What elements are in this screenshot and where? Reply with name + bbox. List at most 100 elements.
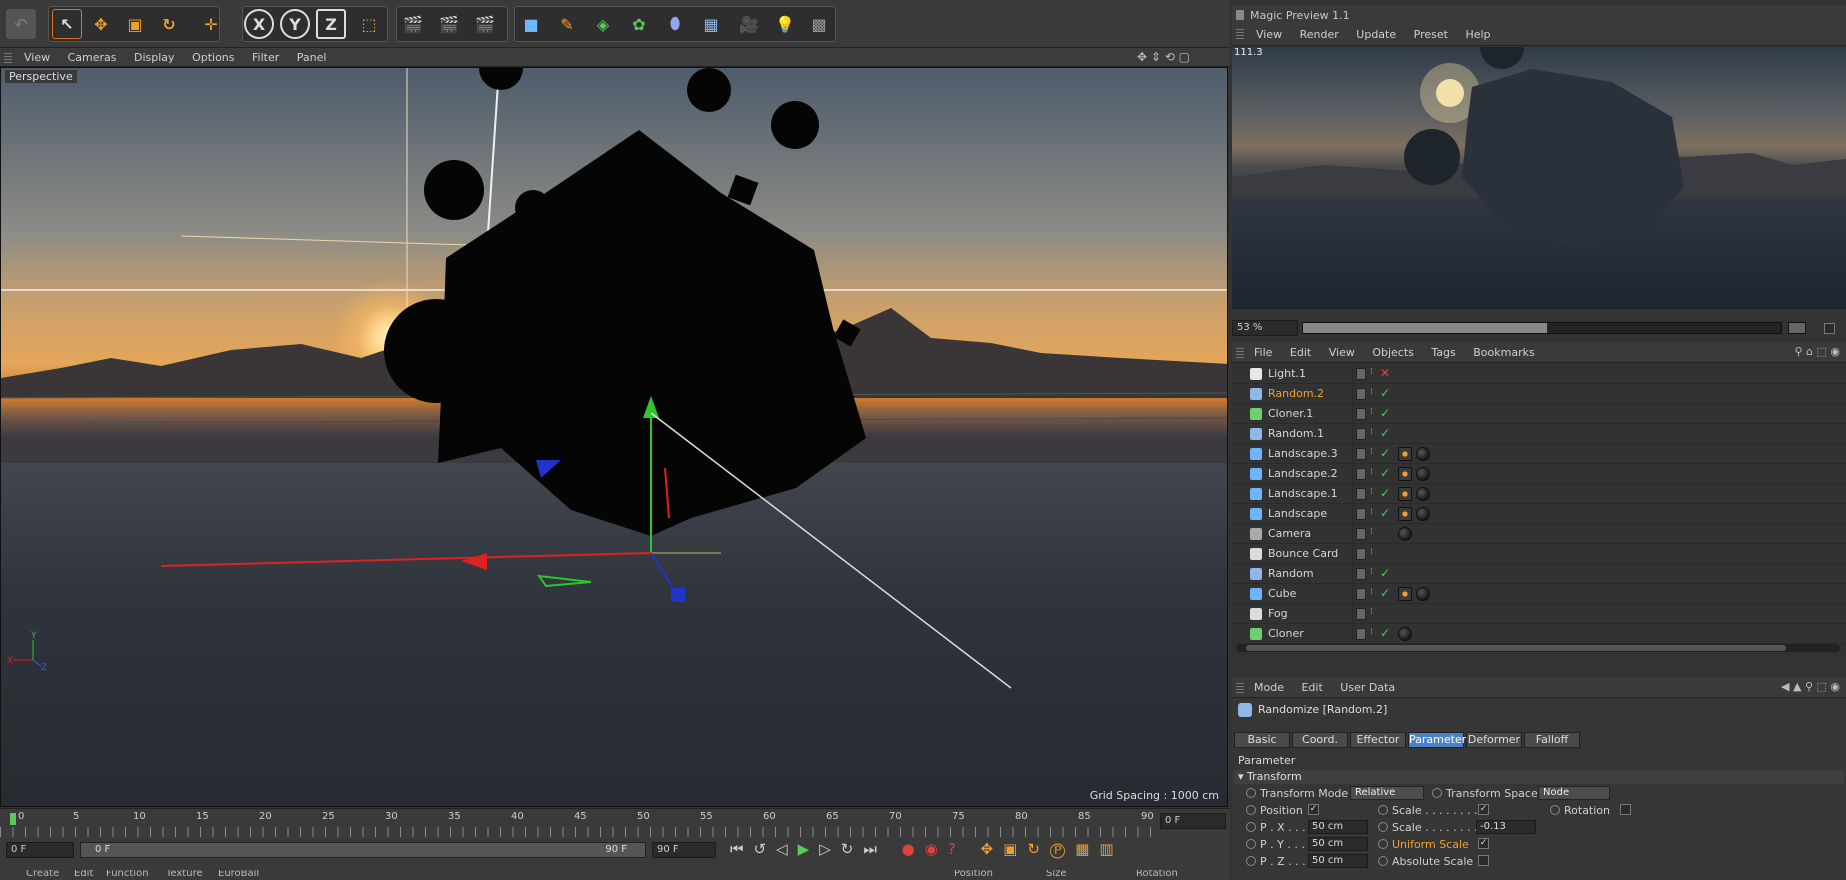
object-name[interactable]: Random.1	[1268, 427, 1324, 440]
object-row[interactable]: Random.1 ⁞ ✓	[1232, 424, 1846, 444]
floor-scene-icon[interactable]: ▦	[696, 9, 726, 39]
object-name[interactable]: Landscape.3	[1268, 447, 1338, 460]
object-name[interactable]: Camera	[1268, 527, 1311, 540]
y-axis-icon[interactable]: Y	[280, 9, 310, 39]
object-name[interactable]: Landscape.2	[1268, 467, 1338, 480]
perspective-viewport[interactable]: Y X Z Perspective Grid Spacing : 1000 cm	[0, 67, 1228, 807]
tab-coord[interactable]: Coord.	[1292, 732, 1348, 748]
material-menu-create[interactable]: Create	[26, 870, 59, 879]
absolute-scale-checkbox[interactable]	[1478, 855, 1489, 866]
visibility-dots-icon[interactable]: ⁞	[1370, 447, 1373, 457]
layer-icon[interactable]	[1356, 468, 1366, 480]
object-row[interactable]: Random ⁞ ✓	[1232, 564, 1846, 584]
scale-input[interactable]: -0.13	[1476, 820, 1536, 834]
enabled-check-icon[interactable]: ✓	[1380, 406, 1390, 420]
tab-basic[interactable]: Basic	[1234, 732, 1290, 748]
frame-range-slider[interactable]: 0 F 90 F	[80, 842, 646, 858]
key-position-icon[interactable]: ✥	[981, 840, 1004, 858]
layer-icon[interactable]	[1356, 428, 1366, 440]
am-menu-user-data[interactable]: User Data	[1340, 678, 1395, 698]
mp-menu-render[interactable]: Render	[1300, 24, 1339, 46]
layer-icon[interactable]	[1356, 508, 1366, 520]
object-row[interactable]: Bounce Card ⁞	[1232, 544, 1846, 564]
layer-icon[interactable]	[1356, 628, 1366, 640]
object-row[interactable]: Landscape.2 ⁞ ✓	[1232, 464, 1846, 484]
render-settings-icon[interactable]: 🎬	[470, 9, 500, 39]
coordinate-system-icon[interactable]: ⬚	[354, 9, 384, 39]
object-row[interactable]: Landscape.3 ⁞ ✓	[1232, 444, 1846, 464]
camera-icon[interactable]: 🎥	[734, 9, 764, 39]
transform-mode-dropdown[interactable]: Relative	[1350, 786, 1424, 800]
enabled-check-icon[interactable]: ✓	[1380, 586, 1390, 600]
viewport-menu-cameras[interactable]: Cameras	[68, 48, 117, 67]
scale-field-radio[interactable]	[1378, 822, 1388, 832]
next-frame-icon[interactable]: ▷	[819, 840, 841, 858]
py-radio[interactable]	[1246, 839, 1256, 849]
play-icon[interactable]: ▶	[798, 840, 820, 858]
layer-icon[interactable]	[1356, 548, 1366, 560]
visibility-dots-icon[interactable]: ⁞	[1370, 407, 1373, 417]
visibility-dots-icon[interactable]: ⁞	[1370, 627, 1373, 637]
object-row[interactable]: Light.1 ⁞ ✕	[1232, 364, 1846, 384]
effector-tag-icon[interactable]	[1398, 447, 1412, 461]
enabled-check-icon[interactable]: ✓	[1380, 486, 1390, 500]
enabled-check-icon[interactable]: ✓	[1380, 426, 1390, 440]
visibility-dots-icon[interactable]: ⁞	[1370, 467, 1373, 477]
transform-space-radio[interactable]	[1432, 788, 1442, 798]
scale-tool-icon[interactable]: ▣	[120, 9, 150, 39]
am-menu-mode[interactable]: Mode	[1254, 678, 1284, 698]
visibility-dots-icon[interactable]: ⁞	[1370, 567, 1373, 577]
material-tag-icon[interactable]	[1398, 527, 1412, 541]
object-name[interactable]: Cube	[1268, 587, 1296, 600]
grid-icon[interactable]: ▩	[804, 9, 834, 39]
key-scale-icon[interactable]: ▣	[1003, 840, 1027, 858]
x-axis-handle[interactable]	[160, 552, 652, 567]
visibility-dots-icon[interactable]: ⁞	[1370, 547, 1373, 557]
enabled-check-icon[interactable]: ✓	[1380, 626, 1390, 640]
position-checkbox[interactable]: ✓	[1308, 804, 1319, 815]
object-name[interactable]: Random.2	[1268, 387, 1324, 400]
layer-icon[interactable]	[1356, 528, 1366, 540]
collapse-triangle-icon[interactable]: ▾	[1238, 770, 1244, 783]
material-tag-icon[interactable]	[1416, 467, 1430, 481]
layer-icon[interactable]	[1356, 588, 1366, 600]
panel-grip-icon[interactable]	[1236, 10, 1244, 20]
z-axis-icon[interactable]: Z	[316, 9, 346, 39]
material-menu-function[interactable]: Function	[106, 870, 149, 879]
am-menu-edit[interactable]: Edit	[1301, 678, 1322, 698]
prev-frame-icon[interactable]: ◁	[776, 840, 798, 858]
layer-icon[interactable]	[1356, 448, 1366, 460]
object-row[interactable]: Cloner.1 ⁞ ✓	[1232, 404, 1846, 424]
object-name[interactable]: Cloner.1	[1268, 407, 1313, 420]
uniform-scale-radio[interactable]	[1378, 839, 1388, 849]
viewport-menu-panel[interactable]: Panel	[297, 48, 327, 67]
current-frame-field[interactable]: 0 F	[1160, 813, 1226, 829]
material-menu-texture[interactable]: Texture	[166, 870, 203, 879]
absolute-scale-radio[interactable]	[1378, 856, 1388, 866]
tab-deformer[interactable]: Deformer	[1466, 732, 1522, 748]
tab-falloff[interactable]: Falloff	[1524, 732, 1580, 748]
material-tag-icon[interactable]	[1416, 507, 1430, 521]
visibility-dots-icon[interactable]: ⁞	[1370, 587, 1373, 597]
viewport-menu-filter[interactable]: Filter	[252, 48, 279, 67]
om-menu-objects[interactable]: Objects	[1372, 343, 1414, 363]
scale-radio[interactable]	[1378, 805, 1388, 815]
py-input[interactable]: 50 cm	[1308, 837, 1368, 851]
key-rotation-icon[interactable]: ↻	[1027, 840, 1050, 858]
mp-menu-update[interactable]: Update	[1356, 24, 1396, 46]
enabled-check-icon[interactable]: ✓	[1380, 386, 1390, 400]
object-row[interactable]: Random.2 ⁞ ✓	[1232, 384, 1846, 404]
object-name[interactable]: Bounce Card	[1268, 547, 1338, 560]
rotation-radio[interactable]	[1550, 805, 1560, 815]
transform-mode-radio[interactable]	[1246, 788, 1256, 798]
visibility-dots-icon[interactable]: ⁞	[1370, 427, 1373, 437]
object-name[interactable]: Cloner	[1268, 627, 1304, 640]
material-menu-euroball[interactable]: EuroBall	[218, 870, 259, 879]
visibility-dots-icon[interactable]: ⁞	[1370, 607, 1373, 617]
material-tag-icon[interactable]	[1416, 487, 1430, 501]
x-axis-arrow[interactable]	[461, 553, 487, 570]
subdivision-icon[interactable]: ◈	[588, 9, 618, 39]
object-row[interactable]: Cloner ⁞ ✓	[1232, 624, 1846, 644]
om-menu-file[interactable]: File	[1254, 343, 1272, 363]
om-toolbar-icons[interactable]: ⚲ ⌂ ⬚ ◉	[1794, 345, 1840, 358]
